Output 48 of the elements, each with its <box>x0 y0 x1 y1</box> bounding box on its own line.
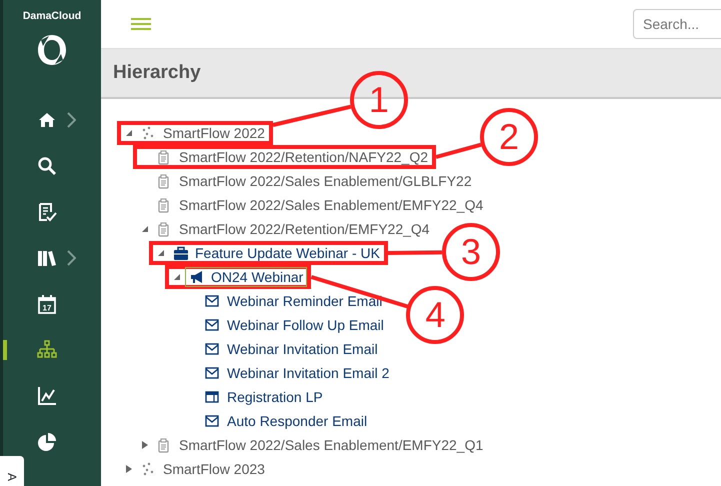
logo-icon <box>37 34 67 66</box>
side-tab[interactable]: A <box>0 456 24 486</box>
browser-window-icon <box>205 390 220 404</box>
tree-item[interactable]: Webinar Invitation Email 2 <box>201 363 394 383</box>
tree-item[interactable]: Feature Update Webinar - UK <box>169 243 384 263</box>
callout-number: 3 <box>442 223 500 281</box>
hierarchy-icon <box>37 340 57 360</box>
nav-item[interactable]: 17 <box>3 288 101 320</box>
megaphone-icon <box>189 270 204 284</box>
envelope-icon <box>205 414 220 428</box>
line-chart-icon <box>37 386 57 406</box>
search-icon <box>37 156 57 176</box>
tree-item[interactable]: SmartFlow 2022/Sales Enablement/GLBLFY22 <box>153 171 476 191</box>
chevron-right-icon <box>67 250 76 266</box>
tree-item[interactable]: SmartFlow 2022 <box>137 123 269 143</box>
tree-item[interactable]: Webinar Follow Up Email <box>201 315 388 335</box>
tree-item[interactable]: SmartFlow 2023 <box>137 459 269 479</box>
tree-item[interactable]: Auto Responder Email <box>201 411 372 431</box>
chevron-right-icon <box>67 112 76 128</box>
expand-triangle-icon[interactable] <box>141 441 149 449</box>
tree-item[interactable]: ON24 Webinar <box>185 267 308 287</box>
search-field[interactable]: Search... <box>633 9 721 39</box>
callout-number: 1 <box>350 71 408 129</box>
pie-chart-icon <box>37 432 57 452</box>
tree-item[interactable]: Webinar Invitation Email <box>201 339 382 359</box>
sparkle-icon <box>141 462 156 476</box>
envelope-icon <box>205 366 220 380</box>
page-title: Hierarchy <box>113 62 201 84</box>
collapse-triangle-icon[interactable] <box>157 249 165 257</box>
collapse-triangle-icon[interactable] <box>141 225 149 233</box>
tree-item[interactable]: SmartFlow 2022/Sales Enablement/EMFY22_Q4 <box>153 195 488 215</box>
calendar-icon: 17 <box>37 294 57 314</box>
envelope-icon <box>205 318 220 332</box>
collapse-triangle-icon[interactable] <box>173 273 181 281</box>
tree-item[interactable]: SmartFlow 2022/Retention/EMFY22_Q4 <box>153 219 434 239</box>
callout-number: 4 <box>406 286 464 344</box>
checklist-icon <box>37 202 57 222</box>
envelope-icon <box>205 294 220 308</box>
sparkle-icon <box>141 126 156 140</box>
collapse-triangle-icon[interactable] <box>125 129 133 137</box>
expand-triangle-icon[interactable] <box>125 465 133 473</box>
tree-item[interactable]: SmartFlow 2022/Retention/NAFY22_Q2 <box>153 147 432 167</box>
tree-item[interactable]: Registration LP <box>201 387 327 407</box>
envelope-icon <box>205 342 220 356</box>
tree-item[interactable]: SmartFlow 2022/Sales Enablement/EMFY22_Q1 <box>153 435 488 455</box>
briefcase-icon <box>173 246 188 260</box>
callout-number: 2 <box>480 108 538 166</box>
brand-name: DamaCloud <box>22 9 82 24</box>
